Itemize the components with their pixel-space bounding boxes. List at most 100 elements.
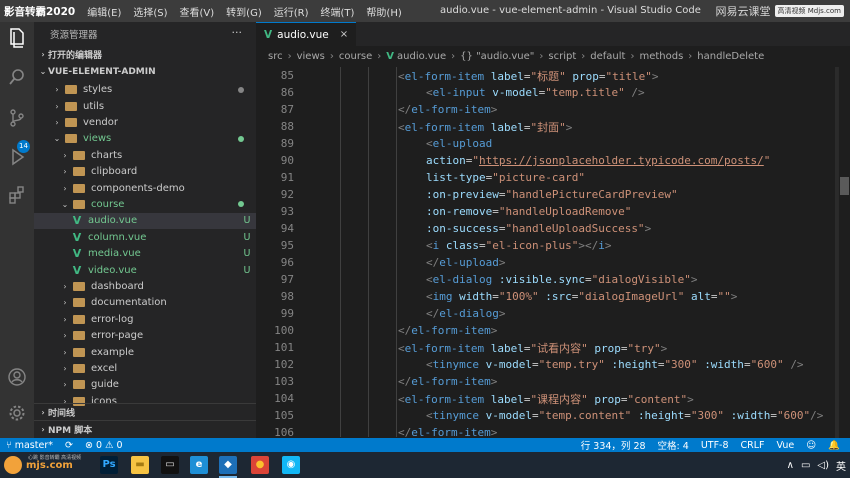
git-status-badge: U bbox=[243, 264, 251, 276]
folder-item[interactable]: ⌄ course bbox=[34, 196, 256, 212]
edge-icon[interactable]: e bbox=[190, 456, 208, 474]
project-section[interactable]: ⌄ VUE-ELEMENT-ADMIN bbox=[34, 63, 256, 80]
problems-status[interactable]: ⊗ 0 ⚠ 0 bbox=[79, 440, 129, 451]
scrollbar-thumb[interactable] bbox=[840, 177, 849, 195]
breadcrumb-item[interactable]: course bbox=[339, 51, 372, 62]
file-item[interactable]: Vcolumn.vue U bbox=[34, 229, 256, 245]
folder-item[interactable]: › vendor bbox=[34, 114, 256, 130]
code-token: = bbox=[531, 409, 539, 422]
menu-item[interactable]: 选择(S) bbox=[127, 4, 173, 19]
code-token: < bbox=[426, 358, 433, 371]
language-mode[interactable]: Vue bbox=[771, 440, 801, 451]
folder-item[interactable]: › dashboard bbox=[34, 278, 256, 294]
code-token: = bbox=[584, 273, 592, 286]
code-editor[interactable]: 85 <el-form-item label="标题" prop="title">… bbox=[256, 67, 850, 437]
sync-icon[interactable]: ⟳ bbox=[59, 440, 79, 451]
qq-icon[interactable]: ◉ bbox=[282, 456, 300, 474]
menu-item[interactable]: 帮助(H) bbox=[360, 4, 407, 19]
notifications-icon[interactable]: 🔔 bbox=[822, 440, 846, 451]
breadcrumb-item[interactable]: src bbox=[268, 51, 283, 62]
folder-icon bbox=[73, 281, 85, 291]
breadcrumb-separator: › bbox=[688, 50, 693, 62]
breadcrumb-item[interactable]: default bbox=[590, 51, 625, 62]
folder-item[interactable]: ⌄ views bbox=[34, 131, 256, 147]
file-item[interactable]: Vaudio.vue U bbox=[34, 212, 256, 230]
open-editors-section[interactable]: › 打开的编辑器 bbox=[34, 46, 256, 63]
run-debug-icon[interactable] bbox=[7, 148, 27, 168]
settings-gear-icon[interactable] bbox=[7, 404, 27, 424]
folder-item[interactable]: › charts bbox=[34, 147, 256, 163]
indentation[interactable]: 空格: 4 bbox=[652, 438, 695, 452]
line-ending[interactable]: CRLF bbox=[735, 440, 771, 451]
close-icon[interactable]: × bbox=[340, 29, 348, 40]
open-editors-label: 打开的编辑器 bbox=[48, 51, 103, 61]
encoding[interactable]: UTF-8 bbox=[695, 440, 735, 451]
code-line: 105 <tinymce v-model="temp.content" :heig… bbox=[256, 407, 850, 424]
folder-item[interactable]: › guide bbox=[34, 377, 256, 393]
code-token: "try" bbox=[627, 341, 661, 355]
tree-item-label: components-demo bbox=[91, 182, 185, 194]
menu-item[interactable]: 查看(V) bbox=[174, 4, 221, 19]
network-icon[interactable]: ▭ bbox=[801, 460, 810, 471]
folder-item[interactable]: › components-demo bbox=[34, 180, 256, 196]
breadcrumb-item[interactable]: handleDelete bbox=[697, 51, 764, 62]
folder-item[interactable]: › error-log bbox=[34, 311, 256, 327]
file-explorer-icon[interactable]: ▬ bbox=[131, 456, 149, 474]
folder-item[interactable]: › documentation bbox=[34, 295, 256, 311]
tree-item-label: styles bbox=[83, 84, 113, 96]
breadcrumb-item[interactable]: script bbox=[548, 51, 576, 62]
code-token: img bbox=[432, 290, 453, 303]
ime-indicator[interactable]: 英 bbox=[836, 458, 846, 473]
terminal-icon[interactable]: ▭ bbox=[161, 456, 179, 474]
folder-item[interactable]: › example bbox=[34, 344, 256, 360]
vue-file-icon: V bbox=[72, 214, 82, 228]
timeline-section[interactable]: › 时间线 bbox=[34, 403, 256, 420]
search-icon[interactable] bbox=[7, 68, 27, 88]
tree-item-label: views bbox=[83, 133, 112, 145]
breadcrumb-separator: › bbox=[581, 50, 586, 62]
vscode-icon[interactable]: ◆ bbox=[219, 456, 237, 474]
extensions-icon[interactable] bbox=[7, 186, 27, 206]
volume-icon[interactable]: ◁) bbox=[817, 460, 829, 471]
more-actions-icon[interactable]: ··· bbox=[232, 26, 243, 39]
folder-icon bbox=[73, 183, 85, 193]
cursor-position[interactable]: 行 334，列 28 bbox=[575, 438, 652, 452]
file-item[interactable]: Vvideo.vue U bbox=[34, 262, 256, 278]
breadcrumb-item[interactable]: methods bbox=[639, 51, 683, 62]
code-token: class bbox=[445, 239, 479, 252]
npm-scripts-section[interactable]: › NPM 脚本 bbox=[34, 420, 256, 437]
branch-status[interactable]: ⑂ master* bbox=[0, 440, 59, 451]
breadcrumb-item[interactable]: audio.vue bbox=[397, 51, 446, 62]
tree-item-label: utils bbox=[83, 100, 105, 112]
breadcrumb-item[interactable]: views bbox=[297, 51, 325, 62]
menu-item[interactable]: 编辑(E) bbox=[81, 4, 127, 19]
menu-item[interactable]: 终端(T) bbox=[315, 4, 361, 19]
code-token: tinymce bbox=[432, 409, 479, 422]
menu-item[interactable]: 转到(G) bbox=[220, 4, 268, 19]
line-number: 97 bbox=[280, 273, 294, 286]
tab-audio-vue[interactable]: V audio.vue × bbox=[256, 22, 357, 46]
files-icon[interactable] bbox=[7, 28, 27, 48]
folder-item[interactable]: › clipboard bbox=[34, 164, 256, 180]
account-icon[interactable] bbox=[7, 368, 27, 388]
code-text: action="https://jsonplaceholder.typicode… bbox=[308, 154, 770, 167]
code-text: <el-form-item label="课程内容" prop="content… bbox=[308, 391, 694, 407]
file-item[interactable]: Vmedia.vue U bbox=[34, 246, 256, 262]
folder-item[interactable]: › excel bbox=[34, 360, 256, 376]
folder-item[interactable]: › styles bbox=[34, 82, 256, 98]
breadcrumb-item[interactable]: {} "audio.vue" bbox=[460, 51, 534, 62]
menu-item[interactable]: 运行(R) bbox=[268, 4, 315, 19]
feedback-icon[interactable]: ☺ bbox=[800, 440, 822, 451]
code-token: "标题" bbox=[530, 69, 566, 83]
chrome-icon[interactable]: ● bbox=[251, 456, 269, 474]
folder-item[interactable]: › utils bbox=[34, 98, 256, 114]
source-control-icon[interactable] bbox=[7, 108, 27, 128]
photoshop-icon[interactable]: Ps bbox=[100, 456, 118, 474]
vertical-scrollbar[interactable] bbox=[838, 67, 850, 438]
folder-item[interactable]: › error-page bbox=[34, 328, 256, 344]
chevron-up-icon[interactable]: ∧ bbox=[787, 460, 794, 471]
chevron-right-icon: › bbox=[41, 407, 45, 417]
code-line: 90 action="https://jsonplaceholder.typico… bbox=[256, 152, 850, 169]
code-token: > bbox=[490, 103, 498, 116]
